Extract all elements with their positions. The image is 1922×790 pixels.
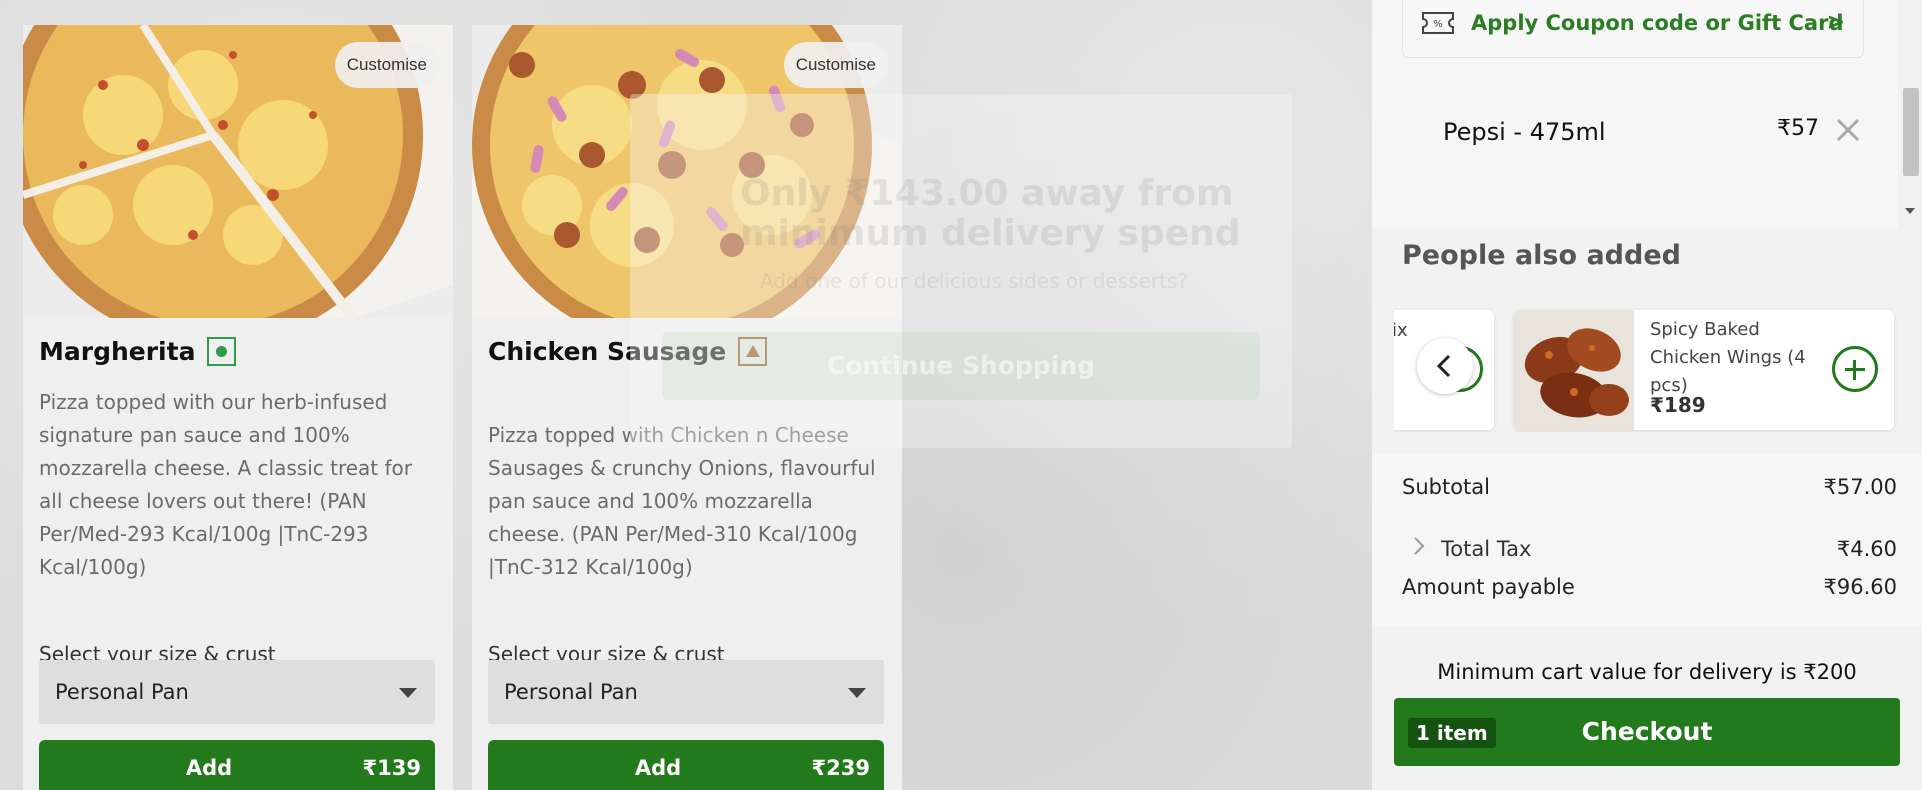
caret-down-icon [848, 688, 866, 698]
apply-coupon-button[interactable]: % Apply Coupon code or Gift Card > [1402, 0, 1864, 58]
minimum-spend-modal: Only ₹143.00 away from minimum delivery … [630, 94, 1292, 448]
add-button-price: ₹239 [811, 756, 870, 780]
chevron-left-icon [1436, 354, 1451, 378]
recommendation-price: ₹189 [1650, 393, 1706, 417]
cart-panel: % Apply Coupon code or Gift Card > Pepsi… [1372, 0, 1922, 790]
veg-indicator-icon [207, 337, 237, 366]
recommendation-name: Spicy Baked Chicken Wings (4 pcs) [1650, 319, 1806, 396]
amount-payable-value: ₹96.60 [1823, 575, 1897, 599]
chevron-right-icon[interactable] [1412, 535, 1426, 557]
close-icon[interactable] [1834, 116, 1862, 144]
customise-button[interactable]: Customise [783, 42, 888, 88]
item-count-badge: 1 item [1408, 718, 1496, 748]
selected-size: Personal Pan [55, 680, 189, 704]
product-title: Margherita [39, 337, 237, 366]
cart-scrollbar[interactable] [1898, 0, 1922, 228]
size-crust-select[interactable]: Personal Pan [488, 660, 884, 724]
product-description: Pizza topped with our herb-infused signa… [39, 390, 412, 579]
recommendation-card: Spicy Baked Chicken Wings (4 pcs) ₹189 [1514, 310, 1894, 430]
amount-payable-label: Amount payable [1402, 575, 1575, 599]
continue-shopping-button[interactable]: Continue Shopping [662, 332, 1260, 400]
coupon-label: Apply Coupon code or Gift Card [1471, 11, 1844, 35]
selected-size: Personal Pan [504, 680, 638, 704]
modal-subtext: Add one of our delicious sides or desser… [760, 269, 1188, 293]
coupon-ticket-icon: % [1422, 12, 1454, 34]
order-totals: Subtotal ₹57.00 Total Tax ₹4.60 Amount p… [1372, 454, 1922, 626]
customise-button[interactable]: Customise [334, 42, 439, 88]
plus-circle-icon[interactable] [1832, 346, 1878, 392]
cart-item-price: ₹57 [1777, 116, 1819, 141]
recommendations-carousel: ix Spicy Baked Chicken Wings (4 pcs) ₹18… [1394, 308, 1899, 432]
add-to-cart-button[interactable]: Add ₹239 [488, 740, 884, 790]
add-button-price: ₹139 [362, 756, 421, 780]
size-crust-select[interactable]: Personal Pan [39, 660, 435, 724]
minimum-cart-notice: Minimum cart value for delivery is ₹200 [1437, 660, 1857, 684]
product-name: Margherita [39, 337, 196, 366]
modal-heading: Only ₹143.00 away from minimum delivery … [740, 173, 1241, 254]
cart-item-name: Pepsi - 475ml [1443, 118, 1606, 146]
people-also-added-title: People also added [1402, 240, 1681, 271]
total-tax-label: Total Tax [1441, 537, 1532, 561]
amount-payable-row: Amount payable ₹96.60 [1402, 575, 1897, 599]
subtotal-row: Subtotal ₹57.00 [1402, 475, 1897, 499]
scrollbar-thumb[interactable] [1903, 88, 1919, 176]
subtotal-label: Subtotal [1402, 475, 1490, 499]
subtotal-value: ₹57.00 [1823, 475, 1897, 499]
product-image-margherita[interactable]: Customise [23, 25, 453, 318]
scroll-down-arrow-icon[interactable] [1905, 208, 1915, 214]
carousel-prev-button[interactable] [1417, 338, 1473, 394]
caret-down-icon [399, 688, 417, 698]
svg-text:%: % [1433, 19, 1443, 30]
add-to-cart-button[interactable]: Add ₹139 [39, 740, 435, 790]
total-tax-value: ₹4.60 [1836, 537, 1897, 561]
product-card-margherita: Customise Margherita Pizza topped with o… [23, 25, 453, 790]
add-button-label: Add [634, 756, 682, 780]
checkout-button[interactable]: Checkout 1 item [1394, 698, 1900, 766]
chevron-right-icon: > [1826, 10, 1845, 35]
chicken-wings-image [1514, 310, 1634, 430]
chicken-wings-photo [1514, 310, 1634, 430]
cart-items-area: % Apply Coupon code or Gift Card > Pepsi… [1372, 0, 1922, 228]
recommendation-name: ix [1394, 320, 1408, 341]
add-button-label: Add [185, 756, 233, 780]
